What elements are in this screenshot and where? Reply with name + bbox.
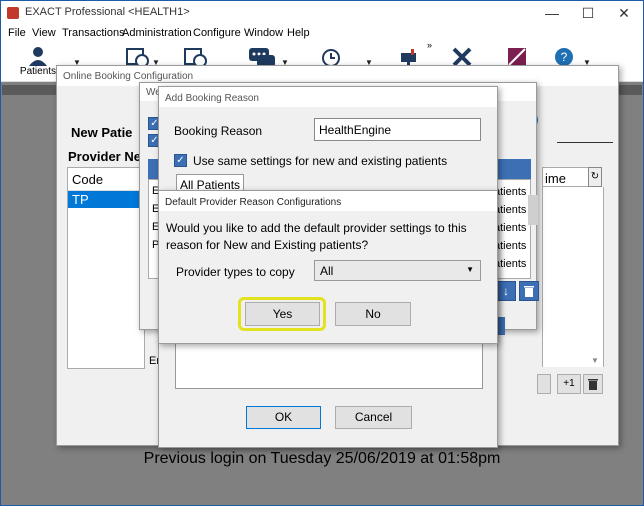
no-button[interactable]: No [335, 302, 411, 326]
yes-button[interactable]: Yes [245, 302, 320, 326]
maximize-button[interactable]: ☐ [571, 3, 605, 23]
reason-text-area[interactable] [175, 343, 483, 389]
code-column-header[interactable]: Code [68, 168, 144, 191]
new-patient-heading: New Patie [71, 125, 133, 140]
plus-one-button[interactable]: +1 [557, 374, 581, 394]
patients-button[interactable]: Patients [18, 44, 58, 78]
minimize-button[interactable]: — [535, 3, 569, 23]
same-settings-label: Use same settings for new and existing p… [193, 154, 448, 168]
provider-heading: Provider Ne [68, 149, 141, 164]
cancel-button[interactable]: Cancel [335, 406, 412, 429]
question-text: Would you like to add the default provid… [166, 221, 467, 252]
move-down-button[interactable]: ↓ [496, 281, 516, 301]
menu-transactions[interactable]: Transactions [62, 27, 125, 39]
side-list-item[interactable]: atients [494, 219, 526, 237]
booking-reason-label: Booking Reason [174, 124, 263, 138]
menu-window[interactable]: Window [244, 27, 283, 39]
provider-types-label: Provider types to copy [176, 265, 295, 279]
provider-types-select[interactable]: All ▼ [314, 260, 481, 281]
status-message: Previous login on Tuesday 25/06/2019 at … [143, 450, 501, 467]
ok-button[interactable]: OK [246, 406, 321, 429]
patients-label: Patients [19, 66, 57, 77]
trash-icon [524, 286, 534, 297]
default-provider-dialog: Default Provider Reason Configurations W… [158, 190, 498, 344]
menu-file[interactable]: File [8, 27, 26, 39]
delete-button[interactable] [519, 281, 539, 301]
title-bar: EXACT Professional <HEALTH1> — ☐ ✕ [1, 1, 643, 25]
code-list[interactable]: Code TP [67, 167, 145, 369]
divider [557, 142, 613, 143]
patient-icon [29, 47, 47, 66]
trash-button[interactable] [583, 374, 603, 394]
add-booking-reason-title: Add Booking Reason [159, 87, 497, 107]
side-list-item[interactable]: atients [494, 183, 526, 201]
same-settings-checkbox[interactable]: ✓ [174, 154, 187, 167]
scrollbar-thumb[interactable] [528, 195, 538, 225]
toolbar-overflow[interactable]: » [427, 40, 432, 50]
scroll-down-icon[interactable]: ▼ [591, 356, 599, 365]
side-list-item[interactable]: atients [494, 237, 526, 255]
refresh-icon[interactable]: ↻ [588, 167, 602, 187]
svg-text:?: ? [561, 50, 568, 64]
menu-bar: File View Transactions Administration Co… [1, 25, 643, 42]
menu-help[interactable]: Help [287, 27, 310, 39]
provider-types-value: All [320, 264, 334, 278]
trash-icon [588, 379, 598, 390]
side-list-item[interactable]: atients [494, 201, 526, 219]
booking-reason-input[interactable] [314, 118, 481, 141]
menu-configure[interactable]: Configure [193, 27, 241, 39]
menu-administration[interactable]: Administration [122, 27, 192, 39]
code-row-selected[interactable]: TP [68, 191, 144, 208]
chevron-down-icon: ▼ [466, 265, 474, 274]
side-list-item[interactable]: atients [494, 255, 526, 273]
side-button[interactable] [537, 374, 551, 394]
window-title: EXACT Professional <HEALTH1> [25, 6, 190, 18]
menu-view[interactable]: View [32, 27, 56, 39]
app-logo-icon [7, 7, 19, 19]
close-window-button[interactable]: ✕ [607, 3, 641, 23]
default-provider-title: Default Provider Reason Configurations [159, 191, 497, 211]
